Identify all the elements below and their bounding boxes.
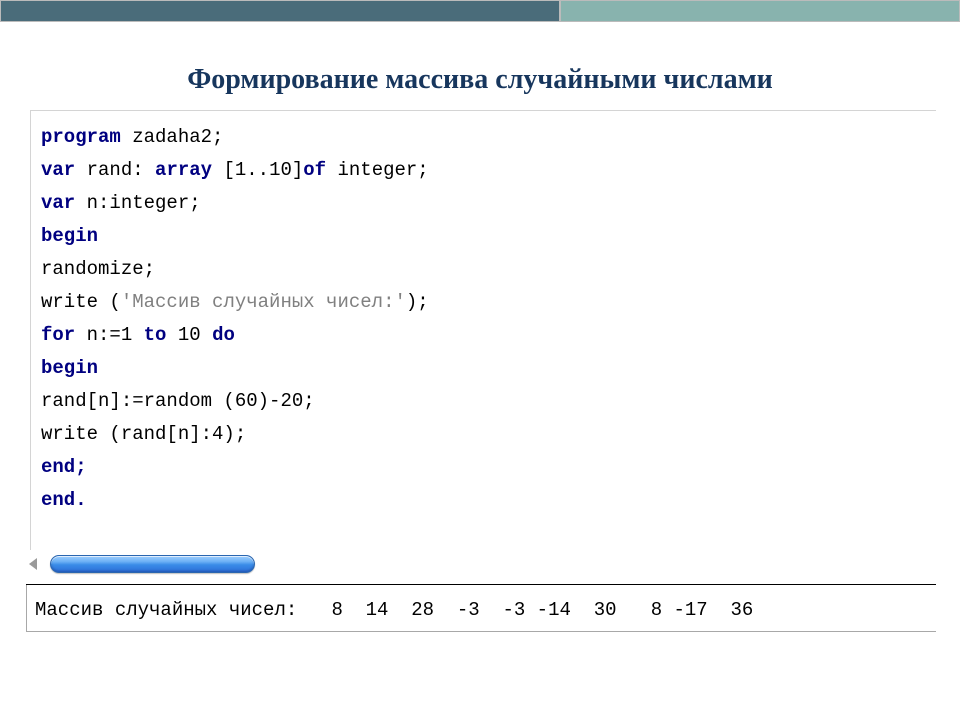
accent-bar-right <box>560 0 960 22</box>
slide-title: Формирование массива случайными числами <box>0 64 960 96</box>
code-editor-pane[interactable]: program zadaha2; var rand: array [1..10]… <box>30 110 936 550</box>
output-line: Массив случайных чисел: 8 14 28 -3 -3 -1… <box>35 599 928 621</box>
source-code: program zadaha2; var rand: array [1..10]… <box>41 121 936 517</box>
scroll-left-arrow-icon[interactable] <box>26 556 42 572</box>
accent-bar-left <box>0 0 560 22</box>
code-content: program zadaha2; var rand: array [1..10]… <box>31 111 936 517</box>
program-output-pane: Массив случайных чисел: 8 14 28 -3 -3 -1… <box>26 585 936 632</box>
slide-accent-bars <box>0 0 960 22</box>
scroll-thumb[interactable] <box>50 555 255 573</box>
horizontal-scrollbar[interactable] <box>26 550 936 578</box>
